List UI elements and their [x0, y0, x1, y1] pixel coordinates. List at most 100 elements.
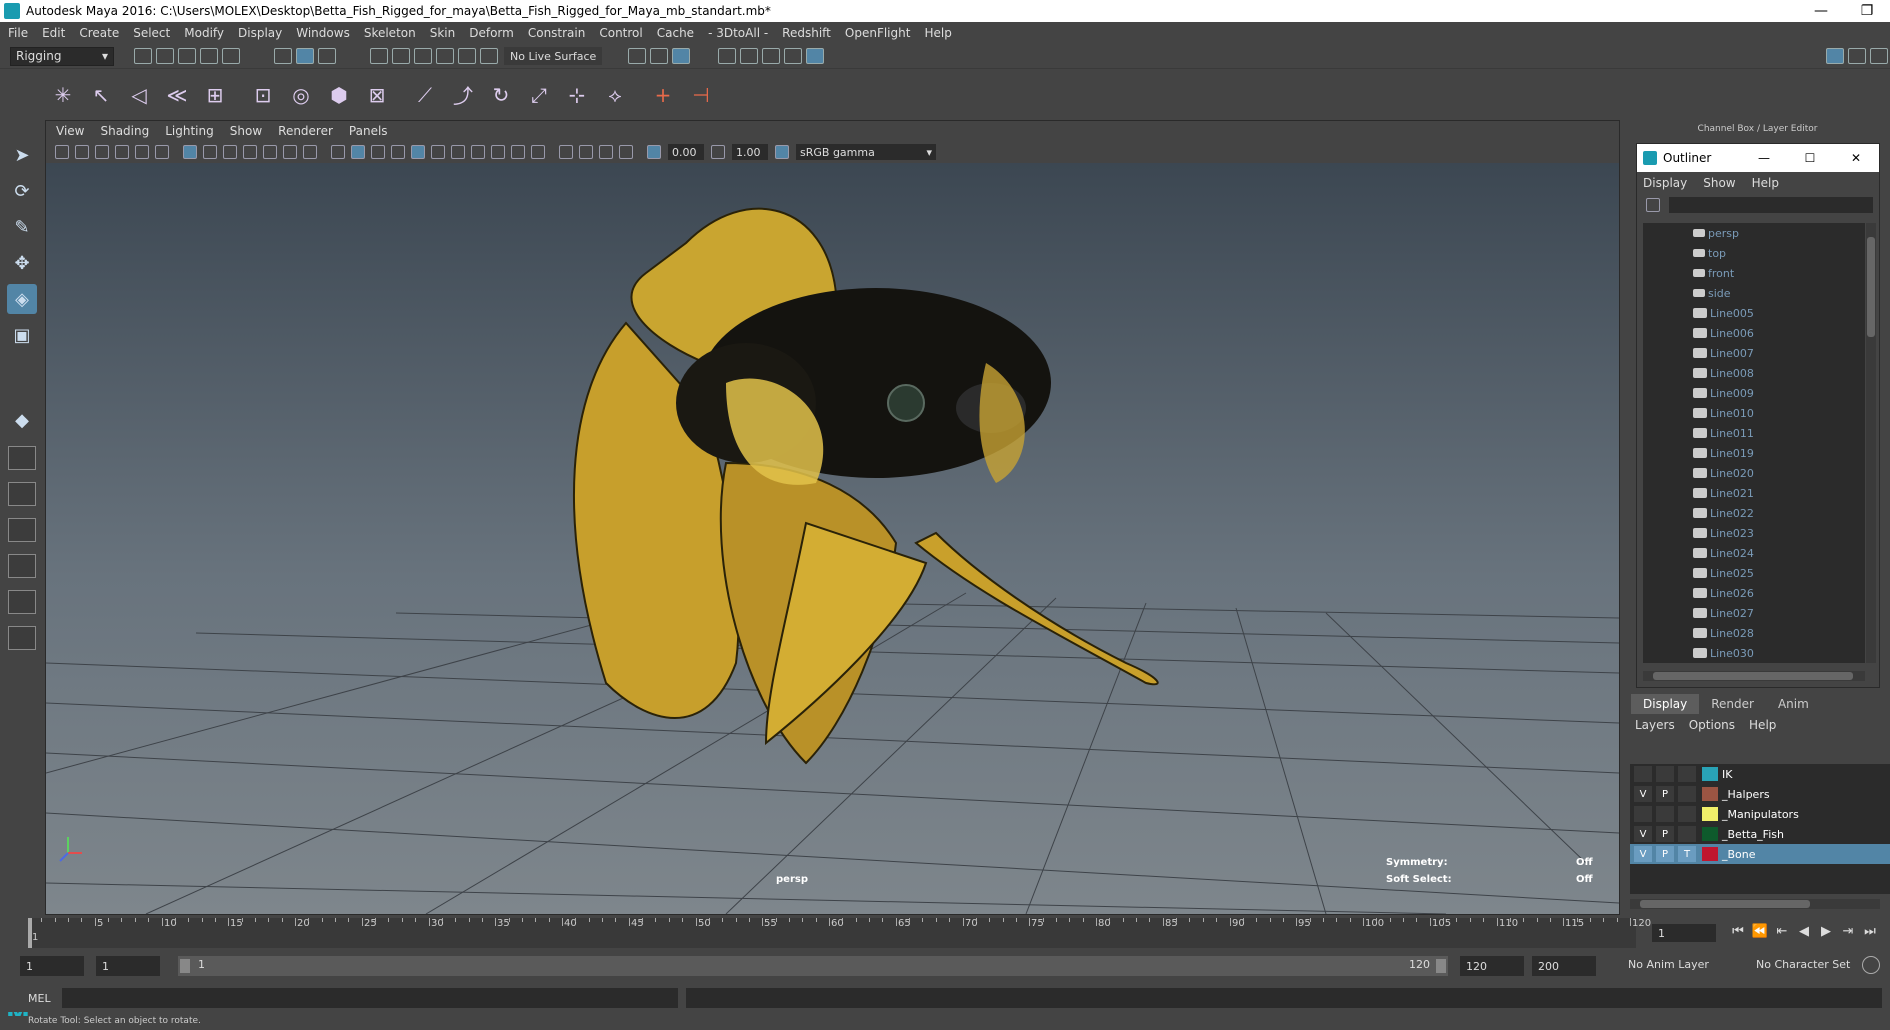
visibility-toggle[interactable]: V — [1634, 826, 1652, 842]
layer-row[interactable]: _Manipulators — [1630, 804, 1890, 824]
outliner-menu-display[interactable]: Display — [1643, 176, 1687, 190]
outliner-item[interactable]: Line024 — [1643, 543, 1865, 563]
redo-icon[interactable] — [222, 48, 240, 64]
vp-menu-view[interactable]: View — [56, 124, 84, 138]
visibility-toggle[interactable] — [1634, 766, 1652, 782]
range-start-handle[interactable] — [180, 959, 190, 973]
xray-icon[interactable] — [579, 145, 593, 159]
new-scene-icon[interactable] — [134, 48, 152, 64]
menu-skin[interactable]: Skin — [430, 26, 456, 40]
menu-deform[interactable]: Deform — [469, 26, 514, 40]
select-component-icon[interactable] — [318, 48, 336, 64]
layer-row[interactable]: V P _Betta_Fish — [1630, 824, 1890, 844]
menu-create[interactable]: Create — [79, 26, 119, 40]
display-type-toggle[interactable] — [1678, 766, 1696, 782]
menu-3dtoall[interactable]: - 3DtoAll - — [708, 26, 768, 40]
outliner-search-input[interactable] — [1669, 197, 1873, 213]
step-back-icon[interactable]: ⏪ — [1749, 924, 1771, 939]
bind-skin-icon[interactable]: ≪ — [163, 81, 191, 109]
playback-toggle[interactable]: P — [1656, 846, 1674, 862]
lights-icon[interactable] — [431, 145, 445, 159]
layout-hypergraph-icon[interactable] — [8, 590, 36, 614]
orient-constraint-icon[interactable]: ↻ — [487, 81, 515, 109]
minimize-button[interactable]: — — [1798, 3, 1844, 19]
snap-edge-icon[interactable] — [480, 48, 498, 64]
menu-set-dropdown[interactable]: Rigging ▾ — [10, 46, 114, 66]
playback-toggle[interactable]: P — [1656, 826, 1674, 842]
wireframe-on-shaded-icon[interactable] — [391, 145, 405, 159]
ik-spline-icon[interactable]: ◁ — [125, 81, 153, 109]
gamma-icon[interactable] — [711, 145, 725, 159]
layer-color-swatch[interactable] — [1702, 847, 1718, 861]
playback-toggle[interactable] — [1656, 806, 1674, 822]
attribute-editor-toggle-icon[interactable] — [1848, 48, 1866, 64]
layout-outliner-persp-icon[interactable] — [8, 518, 36, 542]
locator-icon[interactable]: + — [649, 81, 677, 109]
joint-tool-icon[interactable]: ✳ — [49, 81, 77, 109]
exposure-field[interactable]: 0.00 — [668, 144, 704, 160]
live-surface-field[interactable]: No Live Surface — [504, 47, 603, 65]
select-camera-icon[interactable] — [55, 145, 69, 159]
menu-skeleton[interactable]: Skeleton — [364, 26, 416, 40]
render-frame-icon[interactable] — [740, 48, 759, 64]
anti-aliasing-icon[interactable] — [511, 145, 525, 159]
menu-display[interactable]: Display — [238, 26, 282, 40]
menu-openflight[interactable]: OpenFlight — [845, 26, 911, 40]
go-to-end-icon[interactable]: ⏭ — [1859, 924, 1881, 939]
render-view-icon[interactable] — [718, 48, 737, 64]
sculpt-icon[interactable]: ⊠ — [363, 81, 391, 109]
rotate-tool-icon[interactable]: ◈ — [7, 284, 37, 314]
layout-two-view-icon[interactable] — [8, 482, 36, 506]
shadows-icon[interactable] — [451, 145, 465, 159]
film-gate-icon[interactable] — [203, 145, 217, 159]
cluster-icon[interactable]: ◎ — [287, 81, 315, 109]
outliner-item[interactable]: Line027 — [1643, 603, 1865, 623]
layout-custom-icon[interactable] — [8, 626, 36, 650]
grid-toggle-icon[interactable] — [183, 145, 197, 159]
range-end-handle[interactable] — [1436, 959, 1446, 973]
snap-surface-icon[interactable] — [458, 48, 476, 64]
display-type-toggle[interactable] — [1678, 826, 1696, 842]
depth-of-field-icon[interactable] — [531, 145, 545, 159]
scale-tool-icon[interactable]: ▣ — [7, 320, 37, 350]
character-set-dropdown[interactable]: No Character Set — [1756, 958, 1850, 971]
current-frame-field[interactable]: 1 — [1652, 924, 1716, 942]
menu-file[interactable]: File — [8, 26, 28, 40]
outliner-item[interactable]: Line009 — [1643, 383, 1865, 403]
menu-cache[interactable]: Cache — [657, 26, 694, 40]
step-back-key-icon[interactable]: ⇤ — [1771, 924, 1793, 939]
display-type-toggle[interactable] — [1678, 806, 1696, 822]
construction-history-icon[interactable] — [672, 48, 691, 64]
snap-point-icon[interactable] — [414, 48, 432, 64]
menu-select[interactable]: Select — [133, 26, 170, 40]
gamma-field[interactable]: 1.00 — [732, 144, 768, 160]
parent-constraint-icon[interactable]: ⊹ — [563, 81, 591, 109]
input-ops-icon[interactable] — [628, 48, 647, 64]
xray-joints-icon[interactable] — [599, 145, 613, 159]
outliner-item[interactable]: front — [1643, 263, 1865, 283]
wireframe-icon[interactable] — [331, 145, 345, 159]
output-ops-icon[interactable] — [650, 48, 669, 64]
set-driven-key-icon[interactable]: ⊣ — [687, 81, 715, 109]
lattice-icon[interactable]: ⊡ — [249, 81, 277, 109]
layer-row[interactable]: IK — [1630, 764, 1890, 784]
layer-row[interactable]: V P _Halpers — [1630, 784, 1890, 804]
layer-color-swatch[interactable] — [1702, 767, 1718, 781]
layer-menu-layers[interactable]: Layers — [1635, 718, 1675, 732]
time-slider-track[interactable]: 1 5 10 15 20 25 30 35 40 45 50 55 60 65 70 75 80 85 90 95 1… — [28, 918, 1651, 948]
lasso-tool-icon[interactable]: ⟳ — [7, 176, 37, 206]
layer-color-swatch[interactable] — [1702, 827, 1718, 841]
vp-menu-show[interactable]: Show — [230, 124, 262, 138]
minimize-icon[interactable]: — — [1741, 151, 1787, 165]
aim-constraint-icon[interactable]: ⤴ — [449, 81, 477, 109]
menu-control[interactable]: Control — [599, 26, 642, 40]
visibility-toggle[interactable]: V — [1634, 846, 1652, 862]
outliner-item[interactable]: Line010 — [1643, 403, 1865, 423]
outliner-item[interactable]: top — [1643, 243, 1865, 263]
last-tool-icon[interactable]: ◆ — [7, 405, 37, 435]
select-object-icon[interactable] — [296, 48, 314, 64]
default-material-icon[interactable] — [371, 145, 385, 159]
paint-weights-icon[interactable]: ⊞ — [201, 81, 229, 109]
visibility-toggle[interactable]: V — [1634, 786, 1652, 802]
scrollbar-thumb[interactable] — [1640, 900, 1810, 908]
